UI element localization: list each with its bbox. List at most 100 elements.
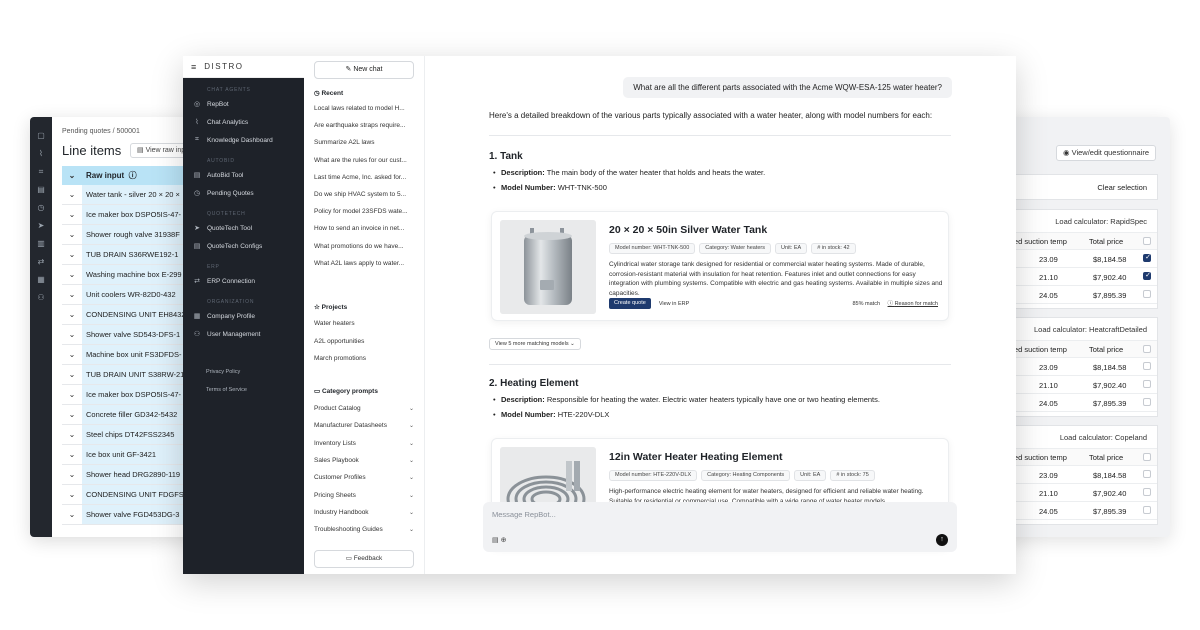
chevron-down-icon[interactable]: ⌄ [62, 470, 82, 479]
building-icon[interactable]: ▦ [30, 271, 52, 289]
sidebar-item[interactable]: ▦ Company Profile [183, 307, 304, 325]
row-checkbox[interactable] [1143, 506, 1151, 514]
reason-for-match-link[interactable]: ⓘ Reason for match [888, 301, 938, 307]
sidebar-item[interactable]: ▤ QuoteTech Configs [183, 237, 304, 255]
category-prompt-item[interactable]: Customer Profiles ⌄ [314, 474, 414, 481]
sidebar-item[interactable]: ⇄ ERP Connection [183, 272, 304, 290]
calculator-row[interactable]: 24.05 $7,895.39 [1001, 286, 1157, 304]
sidebar-item[interactable]: ◎ RepBot [183, 95, 304, 113]
chart-icon[interactable]: ⌇ [30, 145, 52, 163]
recent-chat-item[interactable]: What are the rules for our cust... [314, 157, 414, 164]
category-prompt-item[interactable]: Industry Handbook ⌄ [314, 509, 414, 516]
clock-icon[interactable]: ◷ [30, 199, 52, 217]
chevron-down-icon[interactable]: ⌄ [62, 330, 82, 339]
composer-input[interactable]: Message RepBot... [492, 510, 556, 519]
row-checkbox[interactable] [1143, 253, 1152, 263]
chevron-down-icon[interactable]: ⌄ [62, 190, 82, 199]
send-icon[interactable]: ➤ [30, 217, 52, 235]
chevron-down-icon[interactable]: ⌄ [62, 370, 82, 379]
calculator-row[interactable]: 23.09 $8,184.58 [1001, 250, 1157, 268]
calculator-row[interactable]: 24.05 $7,895.39 [1001, 502, 1157, 520]
sidebar-item[interactable]: ▤ AutoBid Tool [183, 166, 304, 184]
view-edit-questionnaire-button[interactable]: ◉ View/edit questionnaire [1055, 145, 1156, 161]
row-checkbox[interactable] [1143, 271, 1152, 281]
category-prompt-item[interactable]: Product Catalog ⌄ [314, 405, 414, 412]
calculator-row[interactable]: 21.10 $7,902.40 [1001, 376, 1157, 394]
project-item[interactable]: Water heaters [314, 320, 414, 327]
row-checkbox[interactable] [1143, 488, 1151, 496]
row-checkbox[interactable] [1143, 470, 1151, 478]
recent-chat-item[interactable]: Do we ship HVAC system to 5... [314, 191, 414, 198]
category-prompt-item[interactable]: Sales Playbook ⌄ [314, 457, 414, 464]
category-prompt-item[interactable]: Pricing Sheets ⌄ [314, 492, 414, 499]
row-checkbox[interactable] [1143, 362, 1151, 370]
recent-chat-item[interactable]: Policy for model 23SFDS wate... [314, 208, 414, 215]
feedback-button[interactable]: ▭ Feedback [314, 550, 414, 568]
sidebar-item[interactable]: ◷ Pending Quotes [183, 184, 304, 202]
chevron-down-icon[interactable]: ⌄ [62, 171, 82, 180]
chevron-down-icon[interactable]: ⌄ [62, 250, 82, 259]
globe-icon[interactable]: ⊕ [501, 537, 507, 544]
create-quote-button[interactable]: Create quote [609, 298, 651, 309]
clear-selection-button[interactable]: Clear selection [1097, 183, 1147, 192]
calculator-row[interactable]: 23.09 $8,184.58 [1001, 466, 1157, 484]
calculator-row[interactable]: 23.09 $8,184.58 [1001, 358, 1157, 376]
chevron-down-icon[interactable]: ⌄ [62, 270, 82, 279]
chevron-down-icon[interactable]: ⌄ [62, 350, 82, 359]
view-more-models-button[interactable]: View 5 more matching models ⌄ [489, 338, 581, 350]
page-title: Line items [62, 143, 122, 158]
chevron-down-icon[interactable]: ⌄ [62, 390, 82, 399]
users-icon[interactable]: ⚇ [30, 289, 52, 307]
category-prompt-item[interactable]: Manufacturer Datasheets ⌄ [314, 422, 414, 429]
chevron-down-icon[interactable]: ⌄ [62, 430, 82, 439]
select-all-checkbox[interactable] [1143, 237, 1151, 245]
chevron-down-icon[interactable]: ⌄ [62, 490, 82, 499]
calculator-row[interactable]: 24.05 $7,895.39 [1001, 394, 1157, 412]
category-prompt-item[interactable]: Troubleshooting Guides ⌄ [314, 526, 414, 533]
recent-chat-item[interactable]: Local laws related to model H... [314, 105, 414, 112]
doc-icon[interactable]: ▤ [30, 181, 52, 199]
chevron-down-icon[interactable]: ⌄ [62, 450, 82, 459]
project-item[interactable]: A2L opportunities [314, 338, 414, 345]
grid-icon[interactable]: ⌗ [30, 163, 52, 181]
sidebar-item[interactable]: ➤ QuoteTech Tool [183, 219, 304, 237]
recent-chat-item[interactable]: Summarize A2L laws [314, 139, 414, 146]
chevron-down-icon[interactable]: ⌄ [62, 410, 82, 419]
category-prompt-item[interactable]: Inventory Lists ⌄ [314, 440, 414, 447]
row-checkbox[interactable] [1143, 290, 1151, 298]
select-all-checkbox[interactable] [1143, 345, 1151, 353]
sidebar-item[interactable]: ⌇ Chat Analytics [183, 113, 304, 131]
breadcrumb[interactable]: Pending quotes / 500001 [62, 128, 140, 135]
menu-icon[interactable]: ≡ [191, 62, 196, 72]
send-button[interactable]: ↑ [936, 534, 948, 546]
file-icon[interactable]: ▥ [30, 235, 52, 253]
new-chat-button[interactable]: ✎ New chat [314, 61, 414, 79]
terms-of-service-link[interactable]: Terms of Service [183, 381, 304, 399]
chevron-down-icon[interactable]: ⌄ [62, 290, 82, 299]
view-in-erp-link[interactable]: View in ERP [659, 301, 689, 307]
chevron-down-icon[interactable]: ⌄ [62, 510, 82, 519]
calculator-row[interactable]: 21.10 $7,902.40 [1001, 484, 1157, 502]
recent-chat-item[interactable]: Last time Acme, Inc. asked for... [314, 174, 414, 181]
chevron-down-icon[interactable]: ⌄ [62, 210, 82, 219]
chevron-down-icon[interactable]: ⌄ [62, 230, 82, 239]
link-icon[interactable]: ⇄ [30, 253, 52, 271]
row-checkbox[interactable] [1143, 380, 1151, 388]
project-item[interactable]: March promotions [314, 355, 414, 362]
recent-chat-item[interactable]: Are earthquake straps require... [314, 122, 414, 129]
chevron-down-icon[interactable]: ⌄ [62, 310, 82, 319]
message-composer[interactable]: Message RepBot... ▤ ⊕ ↑ [483, 502, 957, 552]
privacy-policy-link[interactable]: Privacy Policy [183, 363, 304, 381]
recent-chat-item[interactable]: What promotions do we have... [314, 243, 414, 250]
attach-file-icon[interactable]: ▤ [492, 537, 499, 544]
select-all-checkbox[interactable] [1143, 453, 1151, 461]
calculator-row[interactable]: 21.10 $7,902.40 [1001, 268, 1157, 286]
row-checkbox[interactable] [1143, 398, 1151, 406]
recent-chat-item[interactable]: How to send an invoice in net... [314, 225, 414, 232]
inbox-icon[interactable]: ▢ [30, 127, 52, 145]
sidebar-item[interactable]: ⚇ User Management [183, 325, 304, 343]
sidebar-item[interactable]: ⌗ Knowledge Dashboard [183, 131, 304, 149]
help-icon[interactable]: ⓘ [129, 171, 137, 180]
recent-chat-item[interactable]: What A2L laws apply to water... [314, 260, 414, 267]
match-score: 85% match [852, 301, 881, 307]
